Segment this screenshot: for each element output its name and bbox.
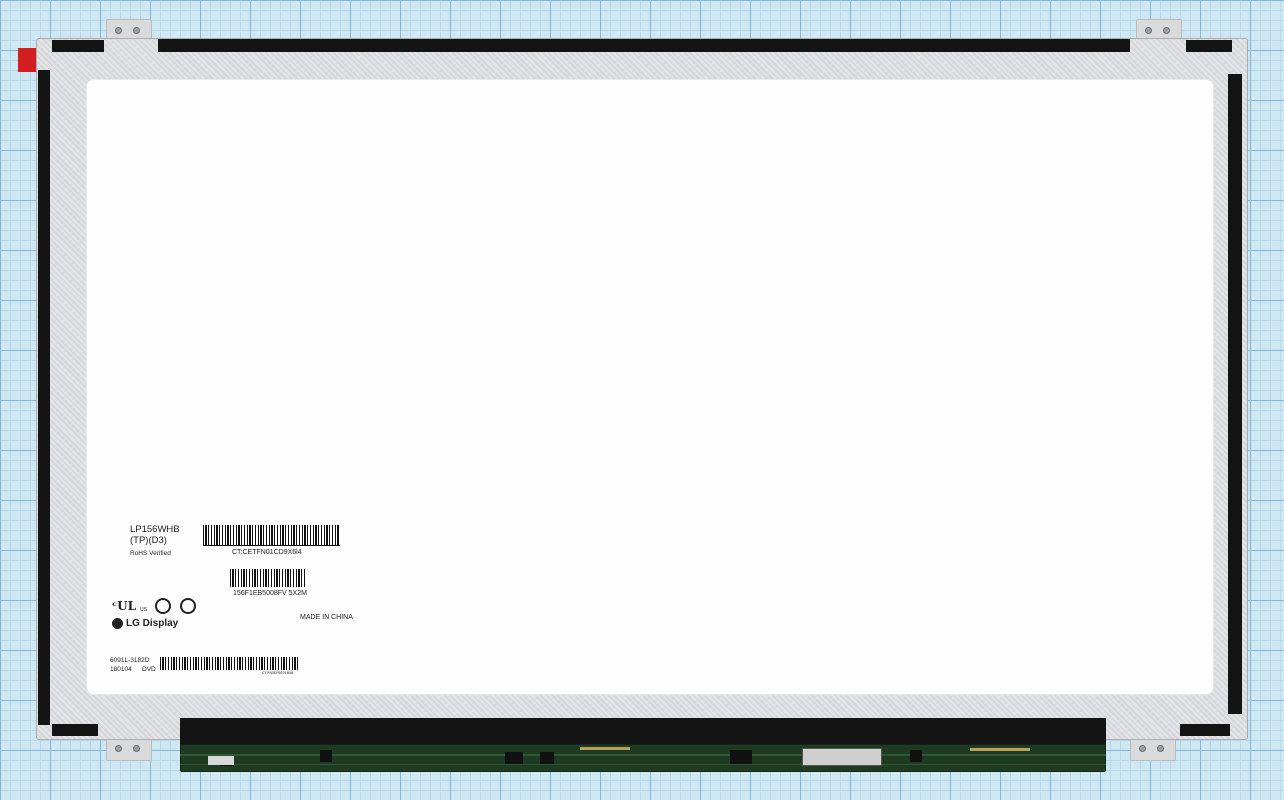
lcd-screen-surface [86,79,1214,695]
pcb-pad [970,748,1030,751]
mount-hole [1163,27,1170,34]
pcb-chip [910,750,922,762]
made-in-text: MADE IN CHINA [300,614,353,621]
top-right-black-strip [1186,40,1232,52]
ul-us-mark: US [140,607,147,613]
mount-hole [115,27,122,34]
part-number: 6091L-3182D [110,657,150,664]
left-black-strip [38,70,50,725]
top-black-strip [158,39,1130,52]
barcode-serial-text: 156F1EB5008FV 5X2M [233,590,307,597]
barcode-ct-text: CT:CETFN01CD9X6l4 [232,549,302,556]
barcode-part [160,657,299,670]
mount-hole [1145,27,1152,34]
pcb-label [208,756,234,765]
pcb-chip [320,750,332,762]
right-black-strip [1228,74,1242,714]
mount-hole [133,27,140,34]
barcode-ct [203,525,340,546]
pcb-trace [180,764,1106,765]
bottom-black-strip [180,718,1106,746]
pcb-chip [540,752,554,764]
lot-code: DVD [142,666,156,673]
barcode-serial [230,569,305,587]
bottom-left-black-strip [52,724,98,736]
top-left-black-strip [52,40,104,52]
ten-year-mark-icon [180,598,196,614]
lg-logo-icon [112,618,123,629]
model-number: LP156WHB [130,524,180,535]
pcb-chip [730,750,752,764]
pcb-pad [580,747,630,750]
pcb-connector [802,748,882,766]
brand-name: LG Display [126,618,179,629]
eco-certification-icon [155,598,171,614]
bottom-right-black-strip [1180,724,1230,736]
mount-hole [133,745,140,752]
pcb-trace [180,754,1106,756]
model-variant: (TP)(D3) [130,535,167,546]
mount-hole [1139,745,1146,752]
barcode-part-smallprint: CT:FN0EP5E01B5B [262,671,294,675]
rohs-text: RoHS Verified [130,550,171,557]
mount-hole [115,745,122,752]
date-code: 180104 [110,666,132,673]
mount-hole [1157,745,1164,752]
ul-certification-mark: ᶜUL [112,599,137,613]
driver-pcb [180,744,1106,772]
pcb-chip [505,752,523,764]
